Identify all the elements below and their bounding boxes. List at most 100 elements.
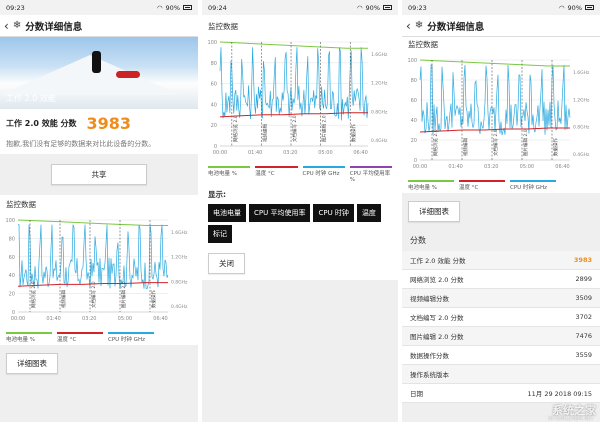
y2-tick-label: 1.2GHz: [573, 97, 590, 103]
monitor-title: 监控数据: [0, 195, 198, 210]
marker-label: 图片编辑 2.0: [321, 115, 328, 142]
marker-label: 视频编辑: [462, 138, 469, 156]
score-row: 数据操作分数 3559: [402, 346, 600, 365]
status-bar: 09:24 ◠ 90%: [202, 0, 398, 15]
chart-legend: 电池电量 % 温度 °C CPU 时钟 GHz: [0, 330, 198, 345]
y-tick-label: 40: [211, 102, 217, 108]
marker-label: 数据操作: [350, 124, 357, 142]
marker-label: 文档编写 2.0: [90, 281, 97, 308]
score-list: 工作 2.0 效能 分数 3983 网络浏览 2.0 分数 2899 视频编辑分数 3…: [402, 251, 600, 403]
y2-tick-label: 1.2GHz: [371, 81, 388, 87]
sled-figure: [116, 71, 140, 78]
marker-label: 视频编辑: [60, 290, 67, 308]
skier-figure: [92, 51, 101, 73]
legend-cpu-clock: CPU 时钟 GHz: [510, 180, 556, 191]
score-label: 工作 2.0 效能 分数: [6, 119, 77, 128]
chip-battery[interactable]: 电池电量: [208, 204, 246, 222]
x-tick-label: 00:00: [213, 150, 227, 156]
y-tick-label: 60: [211, 82, 217, 88]
y-tick-label: 80: [211, 61, 217, 67]
y2-tick-label: 1.6GHz: [171, 230, 188, 236]
battery-percent: 90%: [165, 3, 180, 12]
back-icon[interactable]: ‹: [406, 20, 411, 32]
y2-tick-label: 0.8GHz: [371, 109, 388, 115]
panel-chart-options: 09:24 ◠ 90% 监控数据 100 80 60 40 20 0 1.6GHz 1.2GH…: [202, 0, 398, 422]
score-row: 日期 11月 29 2018 09:15: [402, 384, 600, 403]
score-row: 图片编辑 2.0 分数 7476: [402, 327, 600, 346]
y2-tick-label: 1.6GHz: [573, 70, 590, 76]
status-time: 09:23: [6, 3, 25, 12]
x-tick-label: 00:00: [413, 164, 427, 170]
marker-label: 网络浏览 2.0: [30, 281, 37, 308]
y2-tick-label: 1.6GHz: [371, 52, 388, 58]
monitor-title: 监控数据: [202, 15, 398, 32]
score-row: 文档编写 2.0 分数 3702: [402, 308, 600, 327]
marker-label: 图片编辑 2.0: [522, 129, 529, 156]
y2-tick-label: 0.4GHz: [171, 304, 188, 310]
back-icon[interactable]: ‹: [4, 20, 9, 32]
x-tick-label: 06:40: [153, 316, 167, 322]
y-tick-label: 100: [407, 58, 417, 64]
legend-temp: 温度 °C: [57, 332, 103, 343]
x-tick-label: 03:20: [283, 150, 297, 156]
x-tick-label: 06:40: [353, 150, 367, 156]
series-battery: [17, 219, 168, 226]
y-tick-label: 20: [411, 138, 417, 144]
detail-chart-button[interactable]: 详细图表: [6, 353, 58, 374]
watermark-sub: XITONGZHIJIA.NET: [548, 416, 594, 422]
hero-image: 工作 2.0 效能: [0, 37, 198, 109]
score-row: 工作 2.0 效能 分数 3983: [402, 251, 600, 270]
legend-cpu-clock: CPU 时钟 GHz: [108, 332, 154, 343]
app-logo-icon: ❄: [12, 19, 22, 31]
chip-cpu-clock[interactable]: CPU 时钟: [313, 204, 354, 222]
series-battery: [219, 41, 368, 49]
x-tick-label: 06:40: [555, 164, 569, 170]
legend-battery: 电池电量 %: [208, 166, 251, 183]
panel-score-overview: 09:23 ◠ 90% ‹ ❄ 分数详细信息 工作 2.0 效能 工作 2.0 …: [0, 0, 198, 422]
monitor-chart: 100 80 60 40 20 0 1.6GHz 1.2GHz 0.8GHz 0.4GHz 00:0…: [202, 32, 398, 164]
close-button[interactable]: 关闭: [208, 253, 245, 274]
legend-cpu-clock: CPU 时钟 GHz: [302, 166, 345, 183]
chart-svg: 1008060402001.6GHz1.2GHz0.8GHz0.4GHz00:0…: [407, 58, 590, 170]
hero-label: 工作 2.0 效能: [6, 94, 56, 103]
detail-chart-button[interactable]: 详细图表: [408, 201, 460, 222]
y-tick-label: 60: [9, 255, 15, 261]
marker-label: 网络浏览 2.0: [232, 115, 239, 142]
y2-tick-label: 0.4GHz: [573, 152, 590, 158]
share-button[interactable]: 共享: [51, 164, 147, 185]
status-bar: 09:23 ◠ 90%: [402, 0, 600, 15]
legend-cpu-usage: CPU 平均使用率 %: [349, 166, 392, 183]
app-logo-icon: ❄: [414, 19, 424, 31]
score-value: 3983: [86, 114, 132, 133]
x-tick-label: 05:00: [118, 316, 132, 322]
wifi-icon: ◠: [558, 3, 565, 12]
y-tick-label: 20: [211, 123, 217, 129]
x-tick-label: 01:40: [46, 316, 60, 322]
chart-legend: 电池电量 % 温度 °C CPU 时钟 GHz CPU 平均使用率 %: [202, 164, 398, 185]
chip-temperature[interactable]: 温度: [356, 204, 381, 222]
y2-tick-label: 0.8GHz: [573, 125, 590, 131]
legend-temp: 温度 °C: [459, 180, 505, 191]
display-label: 显示:: [208, 190, 226, 199]
x-tick-label: 03:20: [82, 316, 96, 322]
wifi-icon: ◠: [356, 3, 363, 12]
chip-markers[interactable]: 标记: [208, 225, 232, 243]
score-row: 网络浏览 2.0 分数 2899: [402, 270, 600, 289]
status-time: 09:24: [208, 3, 227, 12]
monitor-chart: 100 80 60 40 20 0 1.6GHz 1.2GHz 0.8GHz 0.4GHz 00:0…: [402, 50, 600, 178]
marker-label: 网络浏览 2.0: [432, 129, 439, 156]
chip-cpu-usage[interactable]: CPU 平均使用率: [249, 204, 311, 222]
battery-percent: 90%: [365, 3, 380, 12]
display-options: 显示: 电池电量 CPU 平均使用率 CPU 时钟 温度 标记 关闭: [202, 185, 398, 280]
series-battery: [419, 59, 570, 67]
marker-label: 文档编写 2.0: [492, 129, 499, 156]
panel-score-details: 09:23 ◠ 90% ‹ ❄ 分数详细信息 监控数据 100 80 60 40 20 0…: [402, 0, 600, 422]
marker-label: 数据操作: [552, 138, 559, 156]
y-tick-label: 80: [411, 78, 417, 84]
status-bar: 09:23 ◠ 90%: [0, 0, 198, 15]
y-tick-label: 60: [411, 98, 417, 104]
scores-title: 分数: [402, 230, 600, 251]
chart-svg: 1008060402001.6GHz1.2GHz0.8GHz0.4GHz00:0…: [207, 40, 388, 156]
marker-label: 视频编辑: [261, 124, 268, 142]
y2-tick-label: 0.8GHz: [171, 279, 188, 285]
